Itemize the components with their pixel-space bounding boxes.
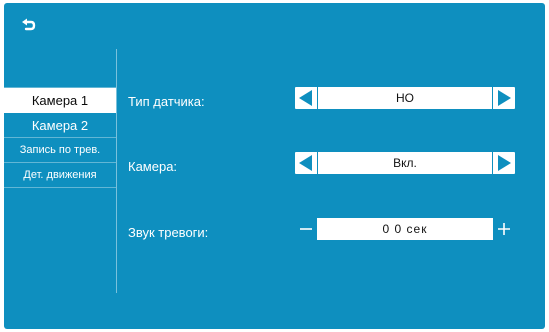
sidebar-top-spacer bbox=[4, 49, 116, 88]
alarm-sound-value: 0 0 сек bbox=[317, 218, 493, 240]
sensor-type-value: НО bbox=[396, 91, 414, 105]
plus-icon bbox=[498, 223, 510, 235]
sensor-type-label: Тип датчика: bbox=[128, 94, 205, 109]
settings-screen: Камера 1 Камера 2 Запись по трев. Дет. д… bbox=[4, 3, 545, 329]
camera-next-button[interactable] bbox=[493, 152, 515, 174]
sidebar-divider bbox=[116, 49, 117, 293]
arrow-right-icon bbox=[498, 155, 511, 171]
camera-selector: Вкл. bbox=[295, 152, 515, 174]
arrow-right-icon bbox=[498, 90, 511, 106]
sidebar-item-camera-1[interactable]: Камера 1 bbox=[4, 88, 116, 113]
sidebar: Камера 1 Камера 2 Запись по трев. Дет. д… bbox=[4, 49, 117, 293]
sidebar-item-motion-detection[interactable]: Дет. движения bbox=[4, 163, 116, 188]
sidebar-item-camera-2[interactable]: Камера 2 bbox=[4, 113, 116, 138]
sensor-type-selector: НО bbox=[295, 87, 515, 109]
sidebar-item-alarm-recording[interactable]: Запись по трев. bbox=[4, 138, 116, 163]
return-arrow-icon bbox=[22, 18, 36, 31]
back-button[interactable] bbox=[18, 15, 40, 37]
alarm-sound-decrease-button[interactable] bbox=[295, 218, 317, 240]
alarm-sound-label: Звук тревоги: bbox=[128, 225, 209, 240]
camera-value: Вкл. bbox=[393, 156, 417, 170]
sensor-type-next-button[interactable] bbox=[493, 87, 515, 109]
sensor-type-prev-button[interactable] bbox=[295, 87, 317, 109]
alarm-sound-stepper: 0 0 сек bbox=[295, 218, 515, 240]
alarm-sound-increase-button[interactable] bbox=[493, 218, 515, 240]
camera-label: Камера: bbox=[128, 159, 178, 174]
minus-icon bbox=[300, 228, 312, 230]
camera-prev-button[interactable] bbox=[295, 152, 317, 174]
arrow-left-icon bbox=[299, 155, 312, 171]
arrow-left-icon bbox=[299, 90, 312, 106]
